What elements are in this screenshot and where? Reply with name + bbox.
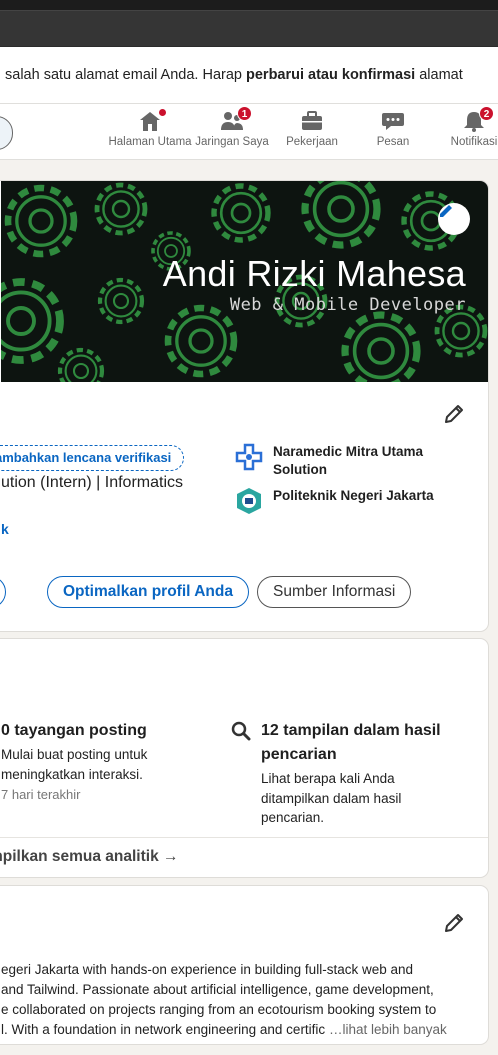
optimize-profile-button[interactable]: Optimalkan profil Anda bbox=[47, 576, 249, 608]
post-impressions-desc: meningkatkan interaksi. bbox=[1, 766, 143, 782]
search-icon bbox=[231, 721, 251, 746]
company-name: Naramedic Mitra Utama Solution bbox=[273, 444, 424, 477]
bell-icon: 2 bbox=[462, 106, 494, 132]
about-line: and Tailwind. Passionate about artificia… bbox=[1, 982, 434, 997]
pencil-icon bbox=[440, 205, 452, 217]
open-to-button[interactable]: ofil bbox=[0, 576, 7, 608]
time-range-label: 7 hari terakhir bbox=[1, 787, 81, 802]
analytics-card: 0 tayangan posting Mulai buat posting un… bbox=[0, 638, 489, 878]
search-appearances-desc: pencarian. bbox=[261, 810, 325, 825]
search-appearances-stat[interactable]: 12 tampilan dalam hasil pencarian Lihat b… bbox=[261, 719, 441, 828]
window-chrome bbox=[0, 0, 498, 47]
nav-item-notifications[interactable]: 2 Notifikasi bbox=[428, 106, 498, 156]
nav-label: Halaman Utama bbox=[108, 136, 192, 148]
profile-card: Andi Rizki Mahesa Web & Mobile Developer… bbox=[0, 180, 489, 632]
nav-label: Jaringan Saya bbox=[195, 136, 269, 148]
global-nav: Halaman Utama 1 Jaringan Saya Pekerjaan … bbox=[0, 104, 498, 160]
show-all-analytics-link[interactable]: mpilkan semua analitik → bbox=[0, 848, 179, 866]
edit-about-button[interactable] bbox=[439, 908, 469, 938]
profile-headline: ution (Intern) | Informatics bbox=[1, 474, 183, 491]
search-appearances-desc: ditampilkan dalam hasil bbox=[261, 790, 402, 806]
banner-text-start: salah satu alamat email Anda. Harap bbox=[5, 67, 246, 83]
divider bbox=[0, 837, 488, 838]
search-appearances-title: pencarian bbox=[261, 746, 337, 763]
resources-button[interactable]: Sumber Informasi bbox=[257, 576, 412, 608]
see-more-link[interactable]: …lihat lebih banyak bbox=[329, 1022, 447, 1037]
nav-item-messaging[interactable]: Pesan bbox=[347, 110, 439, 156]
nav-item-home[interactable]: Halaman Utama bbox=[104, 107, 196, 156]
pencil-icon bbox=[445, 405, 463, 423]
post-impressions-title: 0 tayangan posting bbox=[1, 722, 147, 739]
about-line: l. With a foundation in network engineer… bbox=[1, 1022, 326, 1037]
pencil-icon bbox=[445, 914, 463, 932]
search-appearances-title: 12 tampilan dalam hasil bbox=[261, 722, 441, 739]
nav-label: Pekerjaan bbox=[286, 136, 338, 148]
nav-item-jobs[interactable]: Pekerjaan bbox=[266, 110, 358, 156]
people-icon: 1 bbox=[220, 106, 252, 132]
education-school[interactable]: Politeknik Negeri Jakarta bbox=[235, 487, 458, 515]
about-line: egeri Jakarta with hands-on experience i… bbox=[1, 962, 413, 977]
about-line: e collaborated on projects ranging from … bbox=[1, 1002, 437, 1017]
edit-cover-button[interactable] bbox=[438, 203, 470, 235]
message-icon bbox=[381, 110, 405, 132]
search-appearances-desc: Lihat berapa kali Anda bbox=[261, 771, 395, 786]
about-summary: egeri Jakarta with hands-on experience i… bbox=[1, 960, 481, 1040]
home-icon bbox=[138, 107, 168, 132]
cover-name: Andi Rizki Mahesa bbox=[162, 253, 466, 294]
briefcase-icon bbox=[300, 110, 324, 132]
email-warning-banner: salah satu alamat email Anda. Harap perb… bbox=[0, 47, 498, 104]
search-input[interactable] bbox=[0, 116, 13, 150]
edit-intro-button[interactable] bbox=[439, 399, 469, 429]
nav-label: Notifikasi bbox=[450, 136, 498, 148]
network-badge: 1 bbox=[237, 106, 252, 121]
contact-info-link[interactable]: k bbox=[1, 521, 9, 537]
post-impressions-desc: Mulai buat posting untuk bbox=[1, 747, 148, 762]
nav-item-network[interactable]: 1 Jaringan Saya bbox=[186, 106, 278, 156]
banner-update-link[interactable]: perbarui atau konfirmasi bbox=[246, 67, 415, 83]
about-line-last: l. With a foundation in network engineer… bbox=[1, 1020, 481, 1040]
nav-label: Pesan bbox=[376, 136, 410, 148]
naramedic-logo bbox=[235, 443, 263, 471]
school-name: Politeknik Negeri Jakarta bbox=[273, 488, 434, 503]
current-company[interactable]: Naramedic Mitra Utama Solution bbox=[235, 443, 458, 479]
banner-text-end: alamat bbox=[415, 67, 463, 83]
pnj-logo bbox=[235, 487, 263, 515]
cover-subtitle: Web & Mobile Developer bbox=[229, 295, 466, 315]
notifications-badge: 2 bbox=[479, 106, 494, 121]
post-impressions-stat[interactable]: 0 tayangan posting Mulai buat posting un… bbox=[1, 719, 147, 802]
profile-cover-image: Andi Rizki Mahesa Web & Mobile Developer bbox=[1, 181, 488, 382]
browser-tab-strip bbox=[0, 0, 498, 10]
add-verification-badge-button[interactable]: Tambahkan lencana verifikasi bbox=[0, 445, 185, 471]
about-card: egeri Jakarta with hands-on experience i… bbox=[0, 885, 489, 1045]
notification-dot bbox=[157, 107, 168, 118]
browser-toolbar bbox=[0, 10, 498, 46]
